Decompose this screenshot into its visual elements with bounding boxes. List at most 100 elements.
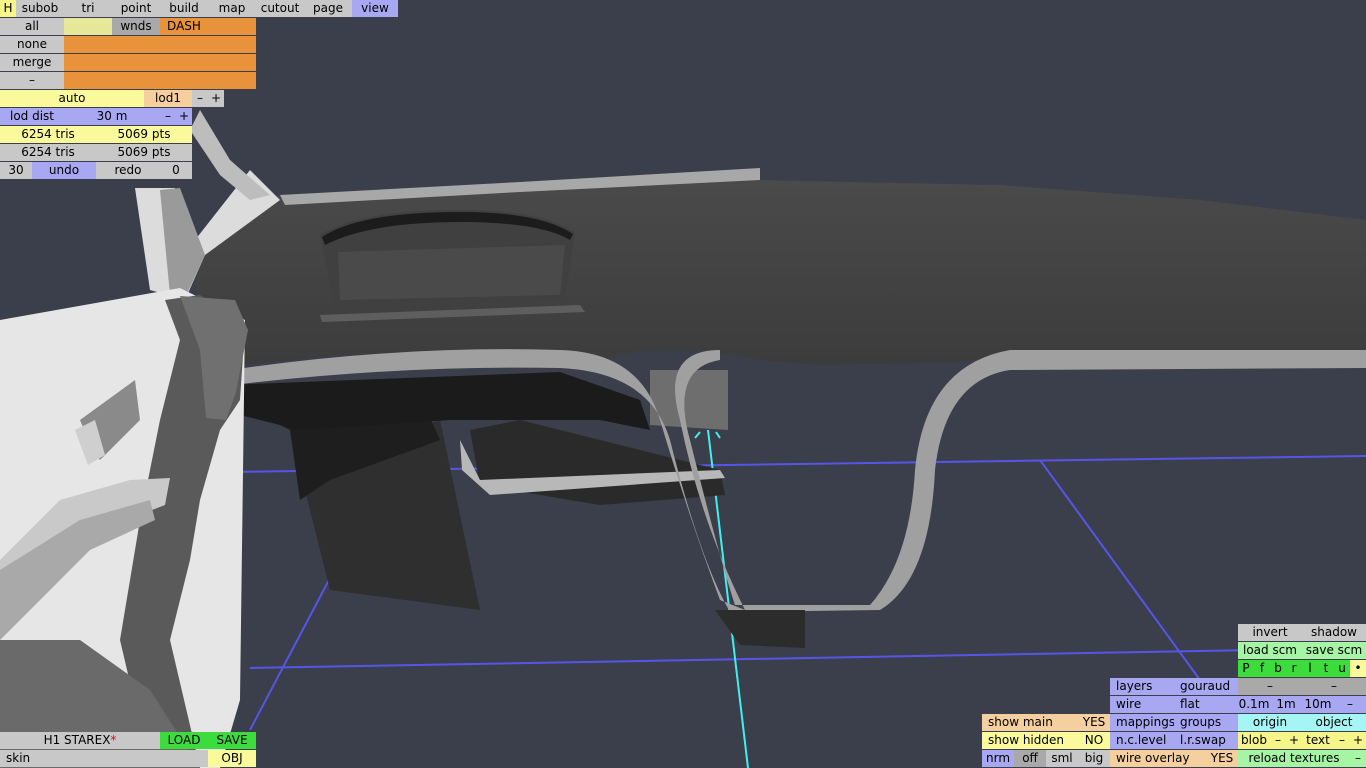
size-big-button[interactable]: big [1078, 750, 1110, 767]
skin-field[interactable] [48, 750, 208, 767]
text-minus-button[interactable]: – [1334, 732, 1350, 749]
lod-dist-label: lod dist [0, 108, 64, 125]
tris-count: 6254 tris [0, 126, 96, 143]
save-button[interactable]: SAVE [208, 732, 256, 749]
object-button[interactable]: object [1302, 714, 1366, 731]
group-slot[interactable] [208, 72, 256, 89]
merge-button[interactable]: merge [0, 54, 64, 71]
wire-overlay-value[interactable]: YES [1206, 750, 1238, 767]
nclevel-button[interactable]: n.c.level [1110, 732, 1174, 749]
flag-u-toggle[interactable]: u [1334, 660, 1350, 677]
menu-tri[interactable]: tri [64, 0, 112, 17]
show-main-value[interactable]: YES [1078, 714, 1110, 731]
group-slot[interactable] [208, 54, 256, 71]
save-scm-button[interactable]: save scm [1302, 642, 1366, 659]
flag-f-toggle[interactable]: f [1254, 660, 1270, 677]
group-slot[interactable] [112, 72, 160, 89]
undo-count: 30 [0, 162, 32, 179]
undo-button[interactable]: undo [32, 162, 96, 179]
model-name-text: H1 STAREX [43, 733, 111, 747]
menu-cutout[interactable]: cutout [256, 0, 304, 17]
lod-auto-button[interactable]: auto [0, 90, 144, 107]
group-slot[interactable] [160, 54, 208, 71]
load-button[interactable]: LOAD [160, 732, 208, 749]
menu-view[interactable]: view [352, 0, 398, 17]
lod-dist-minus-button[interactable]: – [160, 108, 176, 125]
size-sml-button[interactable]: sml [1046, 750, 1078, 767]
size-nrm-button[interactable]: nrm [982, 750, 1014, 767]
size-off-button[interactable]: off [1014, 750, 1046, 767]
reload-minus-button[interactable]: – [1350, 750, 1366, 767]
lod-dist-plus-button[interactable]: + [176, 108, 192, 125]
grid-minus-button[interactable]: – [1334, 696, 1366, 713]
grid-1m-button[interactable]: 1m [1270, 696, 1302, 713]
3d-viewport[interactable] [0, 0, 1366, 768]
lod-minus-button[interactable]: – [192, 90, 208, 107]
modified-marker: * [110, 733, 117, 747]
lod-plus-button[interactable]: + [208, 90, 224, 107]
h-toggle-button[interactable]: H [0, 0, 16, 17]
select-all-button[interactable]: all [0, 18, 64, 35]
group-slot[interactable] [112, 36, 160, 53]
menu-map[interactable]: map [208, 0, 256, 17]
obj-button[interactable]: OBJ [208, 750, 256, 767]
show-hidden-button[interactable]: show hidden [982, 732, 1078, 749]
flag-dot-toggle[interactable]: • [1350, 660, 1366, 677]
redo-count: 0 [160, 162, 192, 179]
flag-r-toggle[interactable]: r [1286, 660, 1302, 677]
group-slot[interactable] [64, 36, 112, 53]
show-main-button[interactable]: show main [982, 714, 1078, 731]
menu-page[interactable]: page [304, 0, 352, 17]
text-button[interactable]: text [1302, 732, 1334, 749]
skin-button[interactable]: skin [0, 750, 48, 767]
gouraud-button[interactable]: gouraud [1174, 678, 1238, 695]
dash-button[interactable]: – [0, 72, 64, 89]
menu-build[interactable]: build [160, 0, 208, 17]
wire-overlay-button[interactable]: wire overlay [1110, 750, 1206, 767]
minus-button[interactable]: – [1302, 678, 1366, 695]
show-hidden-value[interactable]: NO [1078, 732, 1110, 749]
origin-button[interactable]: origin [1238, 714, 1302, 731]
flag-p-toggle[interactable]: P [1238, 660, 1254, 677]
select-none-button[interactable]: none [0, 36, 64, 53]
grid-01m-button[interactable]: 0.1m [1238, 696, 1270, 713]
group-slot[interactable] [208, 18, 256, 35]
mappings-button[interactable]: mappings [1110, 714, 1174, 731]
lod-dist-value[interactable]: 30 m [64, 108, 160, 125]
group-slot[interactable] [64, 54, 112, 71]
layers-button[interactable]: layers [1110, 678, 1174, 695]
group-slot[interactable] [208, 36, 256, 53]
groups-button[interactable]: groups [1174, 714, 1238, 731]
flag-l-toggle[interactable]: l [1302, 660, 1318, 677]
flag-t-toggle[interactable]: t [1318, 660, 1334, 677]
invert-button[interactable]: invert [1238, 624, 1302, 641]
blob-button[interactable]: blob [1238, 732, 1270, 749]
flag-b-toggle[interactable]: b [1270, 660, 1286, 677]
blob-minus-button[interactable]: – [1270, 732, 1286, 749]
flat-button[interactable]: flat [1174, 696, 1238, 713]
dashboard-model [0, 110, 1366, 768]
menu-subob[interactable]: subob [16, 0, 64, 17]
wire-button[interactable]: wire [1110, 696, 1174, 713]
pts-count-total: 5069 pts [96, 144, 192, 161]
group-slot[interactable] [160, 36, 208, 53]
shadow-button[interactable]: shadow [1302, 624, 1366, 641]
menu-point[interactable]: point [112, 0, 160, 17]
minus-button[interactable]: – [1238, 678, 1302, 695]
group-slot[interactable] [64, 18, 112, 35]
load-scm-button[interactable]: load scm [1238, 642, 1302, 659]
group-slot[interactable] [112, 54, 160, 71]
reload-textures-button[interactable]: reload textures [1238, 750, 1350, 767]
lrswap-button[interactable]: l.r.swap [1174, 732, 1238, 749]
group-slot[interactable] [160, 72, 208, 89]
text-plus-button[interactable]: + [1350, 732, 1366, 749]
dash-group-button[interactable]: DASH [160, 18, 208, 35]
redo-button[interactable]: redo [96, 162, 160, 179]
group-slot[interactable] [64, 72, 112, 89]
wnds-button[interactable]: wnds [112, 18, 160, 35]
grid-10m-button[interactable]: 10m [1302, 696, 1334, 713]
tris-count-total: 6254 tris [0, 144, 96, 161]
lod-level-button[interactable]: lod1 [144, 90, 192, 107]
model-name[interactable]: H1 STAREX* [0, 732, 160, 749]
blob-plus-button[interactable]: + [1286, 732, 1302, 749]
